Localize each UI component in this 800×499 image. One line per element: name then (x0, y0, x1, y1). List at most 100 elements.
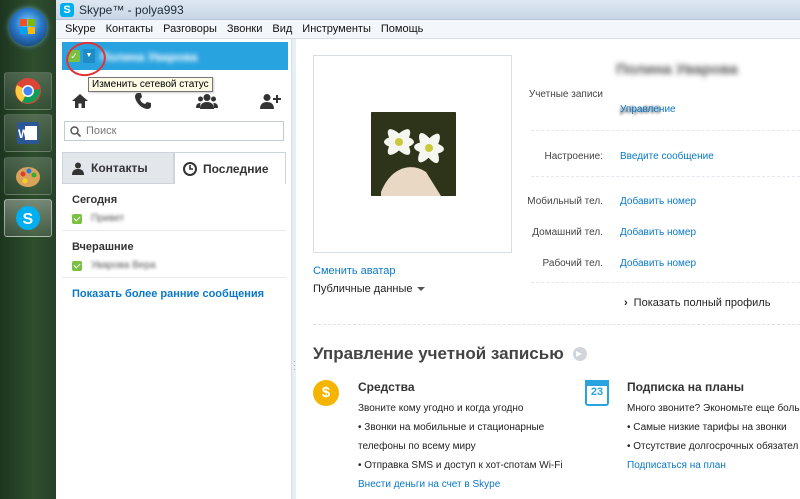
chevron-right-icon: › (624, 297, 628, 309)
group-yesterday: Вчерашние (72, 241, 134, 253)
group-icon (195, 94, 218, 109)
contact-tabs: Контакты Последние (62, 152, 286, 184)
taskbar-skype[interactable]: S (4, 199, 52, 237)
taskbar: W S (0, 0, 56, 499)
plans-line: Много звоните? Экономьте еще боль (627, 403, 800, 414)
manage-link[interactable]: Управление (620, 104, 676, 115)
divider (531, 282, 800, 283)
list-item[interactable]: Уварова Вера (62, 253, 286, 278)
home-icon (72, 94, 88, 108)
annotation-circle (62, 38, 110, 80)
search-icon (70, 125, 81, 137)
public-data-label: Публичные данные (313, 283, 413, 295)
paint-icon (16, 167, 40, 187)
recent-list: Сегодня Привет Вчерашние Уварова Вера По… (62, 184, 286, 300)
funds-line: • Отправка SMS и доступ к хот-спотам Wi-… (358, 460, 563, 471)
subscribe-plan-link[interactable]: Подписаться на план (627, 456, 800, 475)
list-item[interactable]: Привет (62, 206, 286, 231)
title-bar: S Skype™ - polya993 (56, 0, 800, 20)
action-bar (64, 90, 286, 112)
group-today: Сегодня (72, 194, 118, 206)
menu-calls[interactable]: Звонки (222, 23, 268, 35)
calendar-icon: 23 (585, 380, 609, 406)
phone-icon (135, 93, 152, 109)
search-input[interactable] (86, 125, 266, 137)
show-earlier-messages-link[interactable]: Показать более ранние сообщения (62, 278, 286, 300)
menu-skype[interactable]: Skype (60, 23, 101, 35)
search-box (64, 121, 284, 141)
menu-tools[interactable]: Инструменты (297, 23, 376, 35)
group-button[interactable] (195, 91, 219, 111)
avatar (371, 112, 456, 196)
funds-line: • Звонки на мобильные и стационарные (358, 422, 545, 433)
coin-icon: $ (313, 380, 339, 406)
person-icon (71, 162, 85, 175)
funds-title: Средства (358, 380, 415, 394)
add-user-icon (259, 94, 281, 109)
add-contact-button[interactable] (258, 91, 282, 111)
flower-photo-icon (371, 112, 456, 196)
change-avatar-link[interactable]: Сменить аватар (313, 265, 396, 277)
skype-logo-icon: S (60, 2, 74, 17)
account-title-text: Управление учетной записью (313, 344, 564, 363)
call-button[interactable] (131, 91, 155, 111)
work-phone-label: Рабочий тел. (542, 258, 603, 269)
conversation-name: Уварова Вера (91, 260, 156, 271)
add-funds-link[interactable]: Внести деньги на счет в Skype (358, 475, 568, 494)
window-title: Skype™ - polya993 (79, 2, 184, 17)
home-phone-label: Домашний тел. (532, 227, 603, 238)
tab-contacts-label: Контакты (91, 161, 148, 175)
skype-icon: S (16, 206, 40, 230)
avatar-frame (313, 55, 512, 253)
menu-contacts[interactable]: Контакты (101, 23, 159, 35)
arrow-right-circle-icon (572, 347, 587, 361)
svg-text:S: S (23, 211, 34, 228)
online-status-icon (72, 260, 82, 271)
accounts-label: Учетные записи (528, 89, 603, 100)
menu-view[interactable]: Вид (267, 23, 297, 35)
taskbar-chrome[interactable] (4, 72, 52, 110)
divider (531, 130, 800, 131)
word-icon: W (17, 122, 39, 144)
tab-recent-label: Последние (203, 161, 269, 176)
profile-display-name: Полина Уварова (616, 61, 738, 78)
section-divider (313, 324, 800, 325)
profile-name: Полина Уварова (100, 50, 198, 64)
tab-recent[interactable]: Последние (174, 152, 286, 184)
show-full-profile-link[interactable]: › Показать полный профиль (624, 297, 770, 309)
caret-down-icon (416, 287, 425, 292)
skype-window: S Skype™ - polya993 Skype Контакты Разго… (56, 0, 800, 499)
online-status-icon (72, 213, 82, 224)
taskbar-word[interactable]: W (4, 114, 52, 152)
left-pane: ✓ ▼ Полина Уварова Изменить сетевой стат… (56, 38, 292, 499)
mood-label: Настроение: (544, 151, 604, 162)
plans-line: • Самые низкие тарифы на звонки (627, 422, 787, 433)
svg-text:W: W (18, 127, 30, 141)
funds-line: телефоны по всему миру (358, 441, 476, 452)
profile-bar[interactable]: ✓ ▼ Полина Уварова (62, 38, 288, 80)
add-home-link[interactable]: Добавить номер (620, 227, 696, 238)
plans-title: Подписка на планы (627, 380, 745, 394)
funds-card: Средства Звоните кому угодно и когда уго… (358, 380, 568, 494)
add-work-link[interactable]: Добавить номер (620, 258, 696, 269)
chrome-icon (15, 78, 41, 104)
menu-help[interactable]: Помощь (376, 23, 429, 35)
home-button[interactable] (68, 91, 92, 111)
taskbar-paint[interactable] (4, 157, 52, 195)
menu-conversations[interactable]: Разговоры (158, 23, 222, 35)
mood-input[interactable]: Введите сообщение (620, 151, 714, 162)
menu-bar: Skype Контакты Разговоры Звонки Вид Инст… (56, 20, 800, 39)
clock-icon (183, 161, 197, 176)
account-management-heading[interactable]: Управление учетной записью (313, 344, 587, 364)
windows-logo-icon (20, 19, 36, 35)
public-data-dropdown[interactable]: Публичные данные (313, 283, 425, 295)
plans-card: Подписка на планы Много звоните? Экономь… (627, 380, 800, 475)
full-profile-label: Показать полный профиль (633, 297, 771, 309)
plans-line: • Отсутствие долгосрочных обязател (627, 441, 799, 452)
start-button[interactable] (9, 8, 47, 46)
funds-line: Звоните кому угодно и когда угодно (358, 403, 524, 414)
add-mobile-link[interactable]: Добавить номер (620, 196, 696, 207)
mobile-label: Мобильный тел. (527, 196, 603, 207)
conversation-name: Привет (91, 213, 125, 224)
tab-contacts[interactable]: Контакты (62, 152, 174, 184)
